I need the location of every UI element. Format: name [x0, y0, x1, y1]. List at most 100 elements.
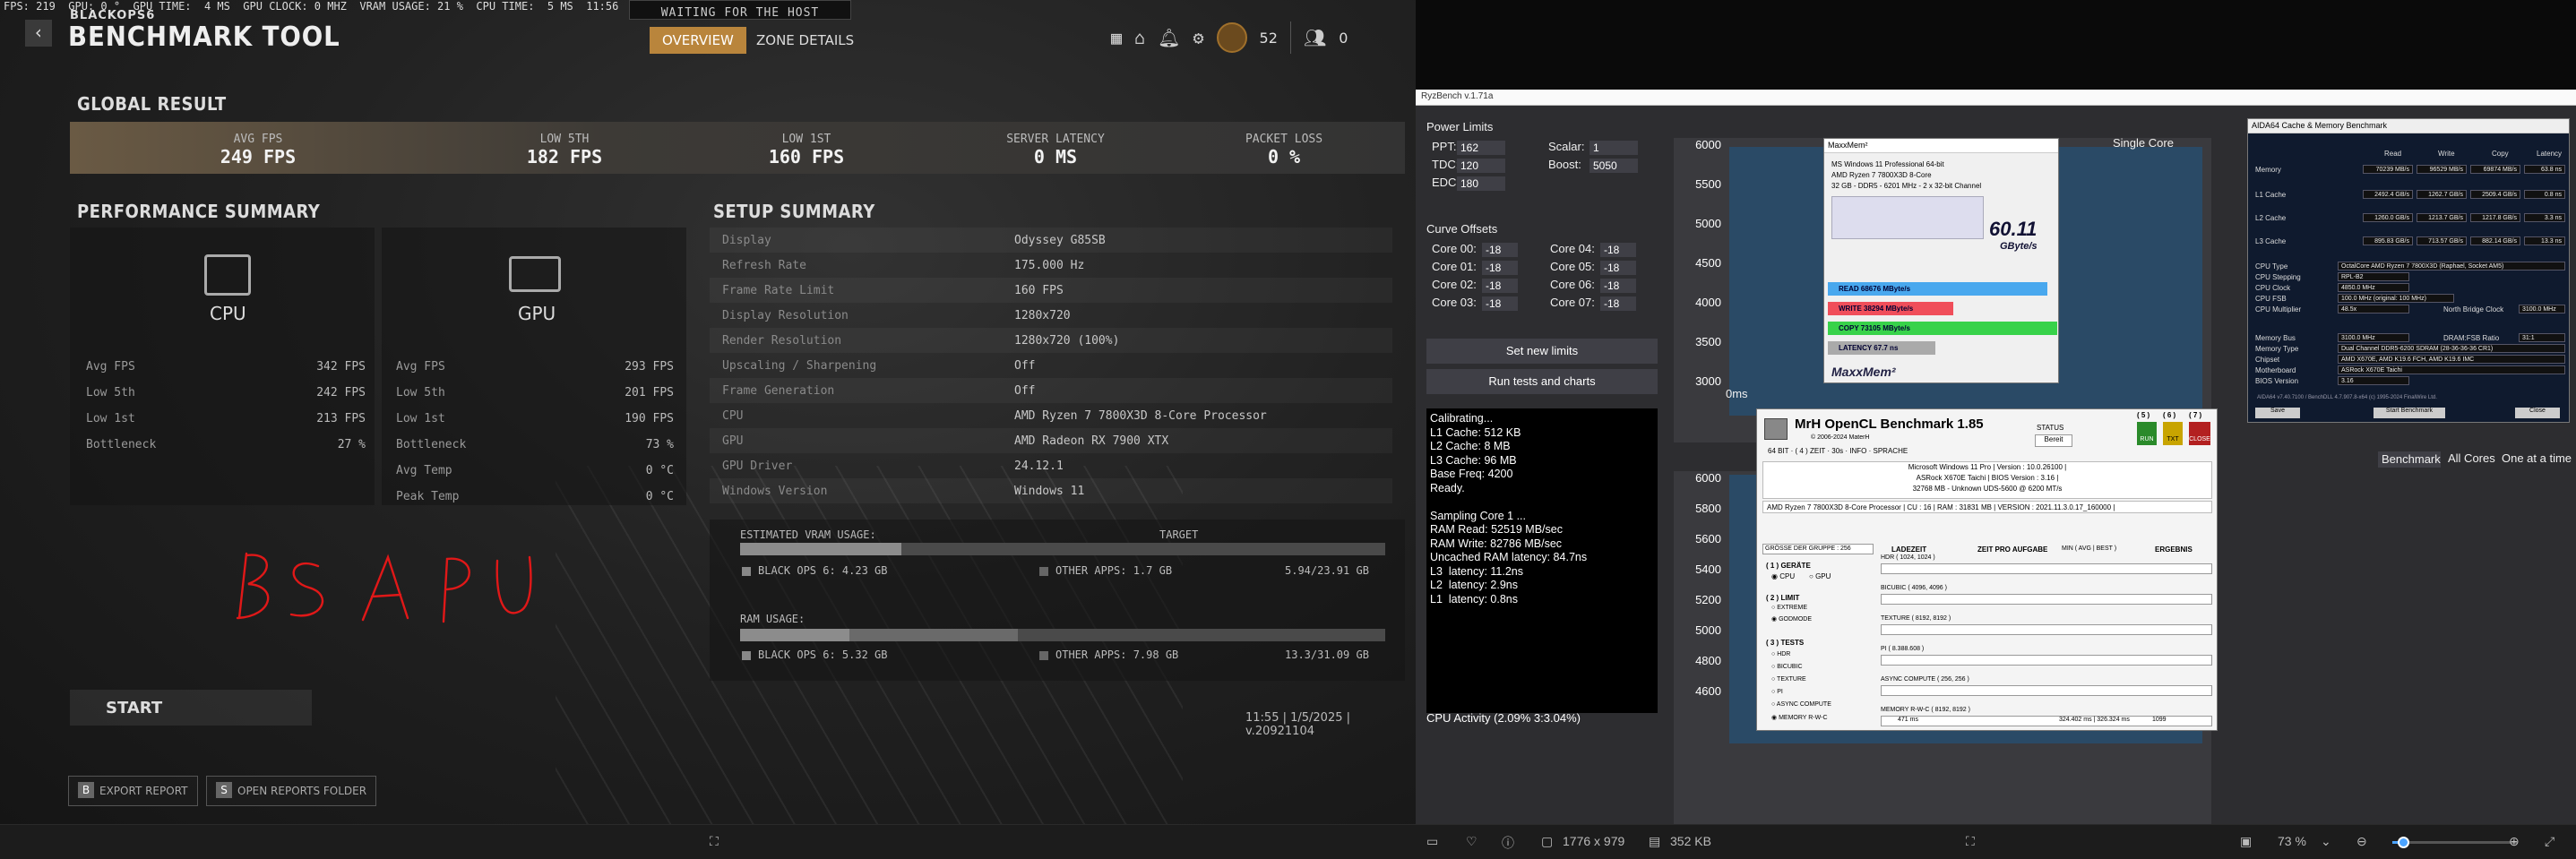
- start-button[interactable]: START: [70, 690, 312, 726]
- tab-zone-details[interactable]: ZONE DETAILS: [744, 27, 866, 54]
- ppt-field[interactable]: 162: [1457, 141, 1505, 155]
- curve-offsets-title: Curve Offsets: [1426, 222, 1498, 236]
- test-texture-option[interactable]: ○ TEXTURE: [1771, 676, 1806, 683]
- row-key: CPU: [722, 409, 744, 423]
- row-key: Refresh Rate: [722, 259, 806, 272]
- txt-key: ( 6 ): [2163, 411, 2176, 419]
- party-icon[interactable]: 👥︎: [1304, 27, 1326, 48]
- edc-field[interactable]: 180: [1457, 176, 1505, 191]
- one-at-a-time-option[interactable]: One at a time: [2502, 451, 2572, 465]
- cpu-radio[interactable]: ◉ CPU: [1771, 572, 1795, 580]
- row-key: Display: [722, 234, 771, 247]
- zoom-out-icon[interactable]: ⊖: [2356, 834, 2367, 849]
- benchmark-button[interactable]: Benchmark: [2378, 451, 2441, 468]
- result-row-async: ASYNC COMPUTE ( 256, 256 ): [1881, 676, 1969, 683]
- mrh-menu[interactable]: 64 BIT · ( 4 ) ZEIT · 30s · INFO · SPRAC…: [1768, 447, 1908, 455]
- test-hdr-option[interactable]: ○ HDR: [1771, 651, 1790, 657]
- vram-other-legend: OTHER APPS: 1.7 GB: [1039, 564, 1172, 577]
- setup-row-display-resolution: Display Resolution 1280x720: [710, 303, 1392, 328]
- test-bicubic-option[interactable]: ○ BICUBIC: [1771, 664, 1803, 670]
- stat-value: 0 MS: [1033, 146, 1078, 168]
- info-memory-type-value: Dual Channel DDR5-6200 SDRAM (28-36-36-3…: [2338, 344, 2565, 353]
- close-button[interactable]: Close: [2515, 408, 2560, 418]
- info-icon[interactable]: ⓘ: [1502, 834, 1514, 852]
- test-async-option[interactable]: ○ ASYNC COMPUTE: [1771, 701, 1831, 708]
- memory-load-time: 471 ms: [1898, 717, 1918, 723]
- info-chipset-value: AMD X670E, AMD K19.6 FCH, AMD K19.6 IMC: [2338, 355, 2565, 364]
- row-value: 242 FPS: [316, 386, 366, 399]
- core-05-field[interactable]: -18: [1600, 261, 1636, 275]
- test-memory-option[interactable]: ◉ MEMORY R-W-C: [1771, 714, 1828, 721]
- godmode-radio[interactable]: ◉ GODMODE: [1771, 615, 1812, 623]
- zoom-slider[interactable]: [2392, 837, 2518, 848]
- open-reports-folder-button[interactable]: S OPEN REPORTS FOLDER: [206, 776, 377, 806]
- console-output: Calibrating... L1 Cache: 512 KB L2 Cache…: [1426, 408, 1658, 713]
- close-button[interactable]: CLOSE: [2189, 422, 2210, 445]
- all-cores-option[interactable]: All Cores: [2448, 451, 2495, 465]
- row-value: 160 FPS: [1014, 284, 1064, 297]
- slideshow-icon[interactable]: ▭: [1426, 834, 1438, 849]
- boost-label: Boost:: [1548, 158, 1581, 171]
- core-07-field[interactable]: -18: [1600, 296, 1636, 311]
- core-00-label: Core 00:: [1432, 242, 1477, 255]
- test-pi-option[interactable]: ○ PI: [1771, 689, 1783, 695]
- file-size-icon: ▤: [1649, 834, 1661, 848]
- fit-screen-icon[interactable]: ⛶: [1966, 834, 1975, 849]
- y-tick: 5400: [1695, 563, 1721, 576]
- ppt-label: PPT:: [1432, 140, 1457, 153]
- stat-label: PACKET LOSS: [1245, 133, 1323, 146]
- row-key: Low 1st: [86, 412, 135, 425]
- run-button[interactable]: RUN: [2137, 422, 2157, 445]
- l1-write: 1262.7 GB/s: [2417, 190, 2467, 199]
- extreme-radio[interactable]: ○ EXTREME: [1771, 605, 1807, 611]
- core-02-label: Core 02:: [1432, 278, 1477, 291]
- setup-row-frame-generation: Frame Generation Off: [710, 378, 1392, 403]
- info-motherboard-value: ASRock X670E Taichi: [2338, 365, 2565, 374]
- zoom-slider-thumb[interactable]: [2398, 837, 2409, 848]
- core-02-field[interactable]: -18: [1482, 279, 1518, 293]
- zoom-level[interactable]: 73 %: [2278, 834, 2306, 848]
- y-tick: 5200: [1695, 593, 1721, 606]
- run-key: ( 5 ): [2137, 411, 2150, 419]
- fullscreen-icon[interactable]: ⤢: [2545, 834, 2554, 849]
- gpu-radio[interactable]: ○ GPU: [1809, 572, 1831, 580]
- ram-other-fill: [849, 629, 1018, 641]
- core-00-field[interactable]: -18: [1482, 243, 1518, 257]
- scalar-field[interactable]: 1: [1590, 141, 1638, 155]
- run-tests-button[interactable]: Run tests and charts: [1426, 369, 1658, 394]
- core-04-field[interactable]: -18: [1600, 243, 1636, 257]
- core-03-field[interactable]: -18: [1482, 296, 1518, 311]
- start-benchmark-button[interactable]: Start Benchmark: [2374, 408, 2445, 418]
- tdc-field[interactable]: 120: [1457, 159, 1505, 173]
- fit-screen-icon[interactable]: ⛶: [710, 834, 719, 849]
- row-value: 175.000 Hz: [1014, 259, 1085, 272]
- export-report-button[interactable]: B EXPORT REPORT: [68, 776, 198, 806]
- boost-field[interactable]: 5050: [1590, 159, 1638, 173]
- memory-copy: 69874 MB/s: [2470, 165, 2520, 174]
- set-new-limits-button[interactable]: Set new limits: [1426, 339, 1658, 364]
- back-button[interactable]: ‹: [25, 20, 52, 47]
- save-button[interactable]: Save: [2255, 408, 2300, 418]
- l3-copy: 882.14 GB/s: [2470, 236, 2520, 245]
- store-icon[interactable]: ⌂: [1134, 27, 1145, 48]
- info-memory-bus: Memory Bus: [2255, 334, 2296, 342]
- group-size-select[interactable]: GRÖSSE DER GRUPPE : 256: [1762, 544, 1874, 554]
- core-06-field[interactable]: -18: [1600, 279, 1636, 293]
- zoom-in-icon[interactable]: ⊕: [2509, 834, 2520, 849]
- actual-size-icon[interactable]: ▣: [2240, 834, 2252, 849]
- grid-icon[interactable]: ▦: [1111, 27, 1122, 48]
- favorite-icon[interactable]: ♡: [1466, 834, 1478, 849]
- file-size: 352 KB: [1670, 834, 1711, 848]
- tab-overview[interactable]: OVERVIEW: [650, 27, 746, 54]
- y-tick: 5000: [1695, 623, 1721, 637]
- row-value: Off: [1014, 359, 1036, 373]
- image-dimensions: 1776 x 979: [1563, 834, 1625, 848]
- txt-button[interactable]: TXT: [2163, 422, 2183, 445]
- info-nb-clock: North Bridge Clock: [2443, 305, 2504, 314]
- bell-icon[interactable]: 🔔︎: [1158, 27, 1180, 48]
- core-01-field[interactable]: -18: [1482, 261, 1518, 275]
- gear-icon[interactable]: ⚙: [1193, 27, 1203, 48]
- avatar[interactable]: [1216, 22, 1247, 53]
- l3-read: 895.83 GB/s: [2363, 236, 2413, 245]
- chevron-down-icon[interactable]: ⌄: [2321, 834, 2331, 849]
